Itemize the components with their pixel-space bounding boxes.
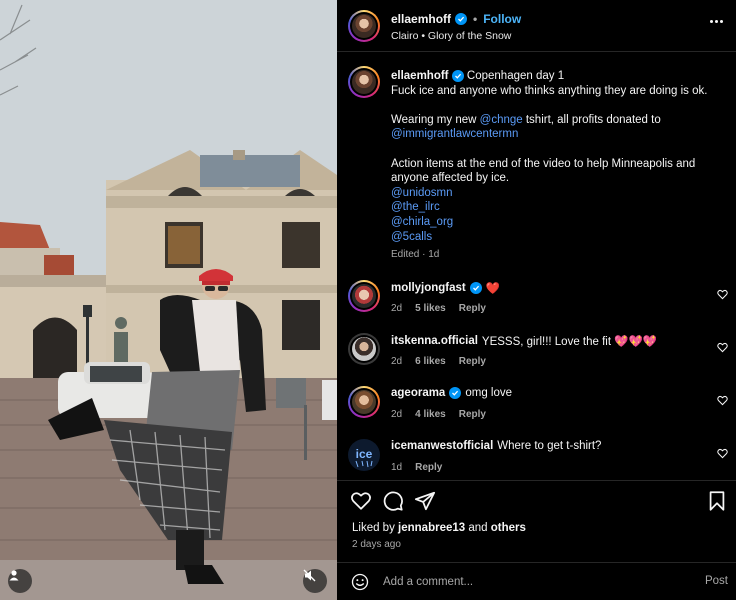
caption-line: Action items at the end of the video to … bbox=[391, 157, 696, 185]
caption-line: Copenhagen day 1 bbox=[466, 70, 565, 82]
comment-item: ageorama omg love 2d 4 likes Reply bbox=[337, 386, 736, 434]
comment-item: mollyjongfast ❤️ 2d 5 likes Reply bbox=[337, 280, 736, 328]
commenter-avatar[interactable] bbox=[348, 333, 380, 365]
reply-button[interactable]: Reply bbox=[459, 356, 486, 367]
comment-time: 1d bbox=[391, 462, 403, 473]
mention-link[interactable]: @unidosmn bbox=[391, 186, 721, 201]
comment-like-icon[interactable] bbox=[717, 395, 728, 406]
author-username[interactable]: ellaemhoff bbox=[391, 12, 451, 26]
bookmark-icon[interactable] bbox=[706, 490, 728, 512]
post-actions bbox=[337, 480, 736, 520]
caption-line: Wearing my new bbox=[391, 113, 480, 126]
likes-summary: Liked by jennabree13 and others bbox=[352, 522, 526, 534]
verified-icon bbox=[455, 13, 468, 25]
commenter-avatar[interactable]: ice bbox=[348, 439, 380, 471]
caption-line: Fuck ice and anyone who thinks anything … bbox=[391, 84, 708, 97]
author-avatar[interactable] bbox=[348, 10, 380, 42]
comment-input[interactable] bbox=[383, 574, 663, 590]
comment-text: YESSS, girl!!! Love the fit 💖💖💖 bbox=[481, 336, 658, 348]
comment-like-icon[interactable] bbox=[717, 448, 728, 459]
reply-button[interactable]: Reply bbox=[459, 303, 486, 314]
comment-likes[interactable]: 4 likes bbox=[415, 409, 446, 420]
separator-dot: • bbox=[473, 12, 478, 26]
verified-icon bbox=[449, 387, 462, 399]
commenter-username[interactable]: ageorama bbox=[391, 387, 445, 399]
mute-icon bbox=[303, 569, 316, 582]
verified-icon bbox=[469, 282, 482, 294]
post-time-ago: 2 days ago bbox=[352, 539, 401, 550]
comment-item: itskenna.official YESSS, girl!!! Love th… bbox=[337, 333, 736, 381]
mention-link[interactable]: @immigrantlawcentermn bbox=[391, 127, 721, 142]
likes-others[interactable]: others bbox=[491, 522, 526, 534]
comment-like-icon[interactable] bbox=[717, 289, 728, 300]
audio-track[interactable]: Clairo • Glory of the Snow bbox=[391, 30, 511, 42]
post-photo[interactable] bbox=[0, 0, 337, 600]
heart-icon[interactable] bbox=[350, 490, 372, 512]
caption-avatar[interactable] bbox=[348, 66, 380, 98]
caption-line: tshirt, all profits donated to bbox=[522, 113, 661, 126]
comment-likes[interactable]: 5 likes bbox=[415, 303, 446, 314]
commenter-username[interactable]: itskenna.official bbox=[391, 335, 478, 347]
commenter-avatar[interactable] bbox=[348, 386, 380, 418]
comment-likes[interactable]: 6 likes bbox=[415, 356, 446, 367]
mention-link[interactable]: @the_ilrc bbox=[391, 200, 721, 215]
comment-time: 2d bbox=[391, 356, 403, 367]
more-icon[interactable] bbox=[710, 20, 724, 24]
likes-user[interactable]: jennabree13 bbox=[398, 522, 465, 534]
emoji-icon[interactable] bbox=[351, 573, 369, 591]
share-icon[interactable] bbox=[414, 490, 436, 512]
likes-prefix: Liked by bbox=[352, 522, 395, 534]
post-header: ellaemhoff • Follow Clairo • Glory of th… bbox=[337, 0, 736, 52]
comment-text: omg love bbox=[465, 387, 513, 399]
photo-scene bbox=[0, 0, 337, 600]
caption-meta: Edited · 1d bbox=[391, 249, 440, 261]
post-comment-button[interactable]: Post bbox=[705, 575, 728, 587]
verified-icon bbox=[451, 70, 464, 82]
commenter-avatar[interactable] bbox=[348, 280, 380, 312]
comment-time: 2d bbox=[391, 409, 403, 420]
mention-link[interactable]: @chnge bbox=[480, 114, 523, 126]
svg-text:ice: ice bbox=[356, 447, 373, 461]
mention-link[interactable]: @5calls bbox=[391, 230, 721, 245]
likes-and: and bbox=[468, 522, 488, 534]
commenter-username[interactable]: mollyjongfast bbox=[391, 282, 466, 294]
follow-button[interactable]: Follow bbox=[483, 12, 521, 26]
comment-like-icon[interactable] bbox=[717, 342, 728, 353]
reply-button[interactable]: Reply bbox=[459, 409, 486, 420]
comment-text: ❤️ bbox=[485, 283, 501, 295]
post-side-panel: ellaemhoff • Follow Clairo • Glory of th… bbox=[337, 0, 736, 600]
mention-link[interactable]: @chirla_org bbox=[391, 215, 721, 230]
comment-time: 2d bbox=[391, 303, 403, 314]
commenter-username[interactable]: icemanwestofficial bbox=[391, 440, 493, 452]
comment-icon[interactable] bbox=[382, 490, 404, 512]
user-tag-icon bbox=[9, 570, 19, 581]
comment-text: Where to get t-shirt? bbox=[497, 440, 602, 452]
caption-username[interactable]: ellaemhoff bbox=[391, 70, 449, 82]
mute-button[interactable] bbox=[303, 569, 327, 593]
reply-button[interactable]: Reply bbox=[415, 462, 442, 473]
add-comment-bar: Post bbox=[337, 562, 736, 600]
user-tag-button[interactable] bbox=[8, 569, 32, 593]
caption-body: ellaemhoff Copenhagen day 1 Fuck ice and… bbox=[391, 69, 721, 263]
